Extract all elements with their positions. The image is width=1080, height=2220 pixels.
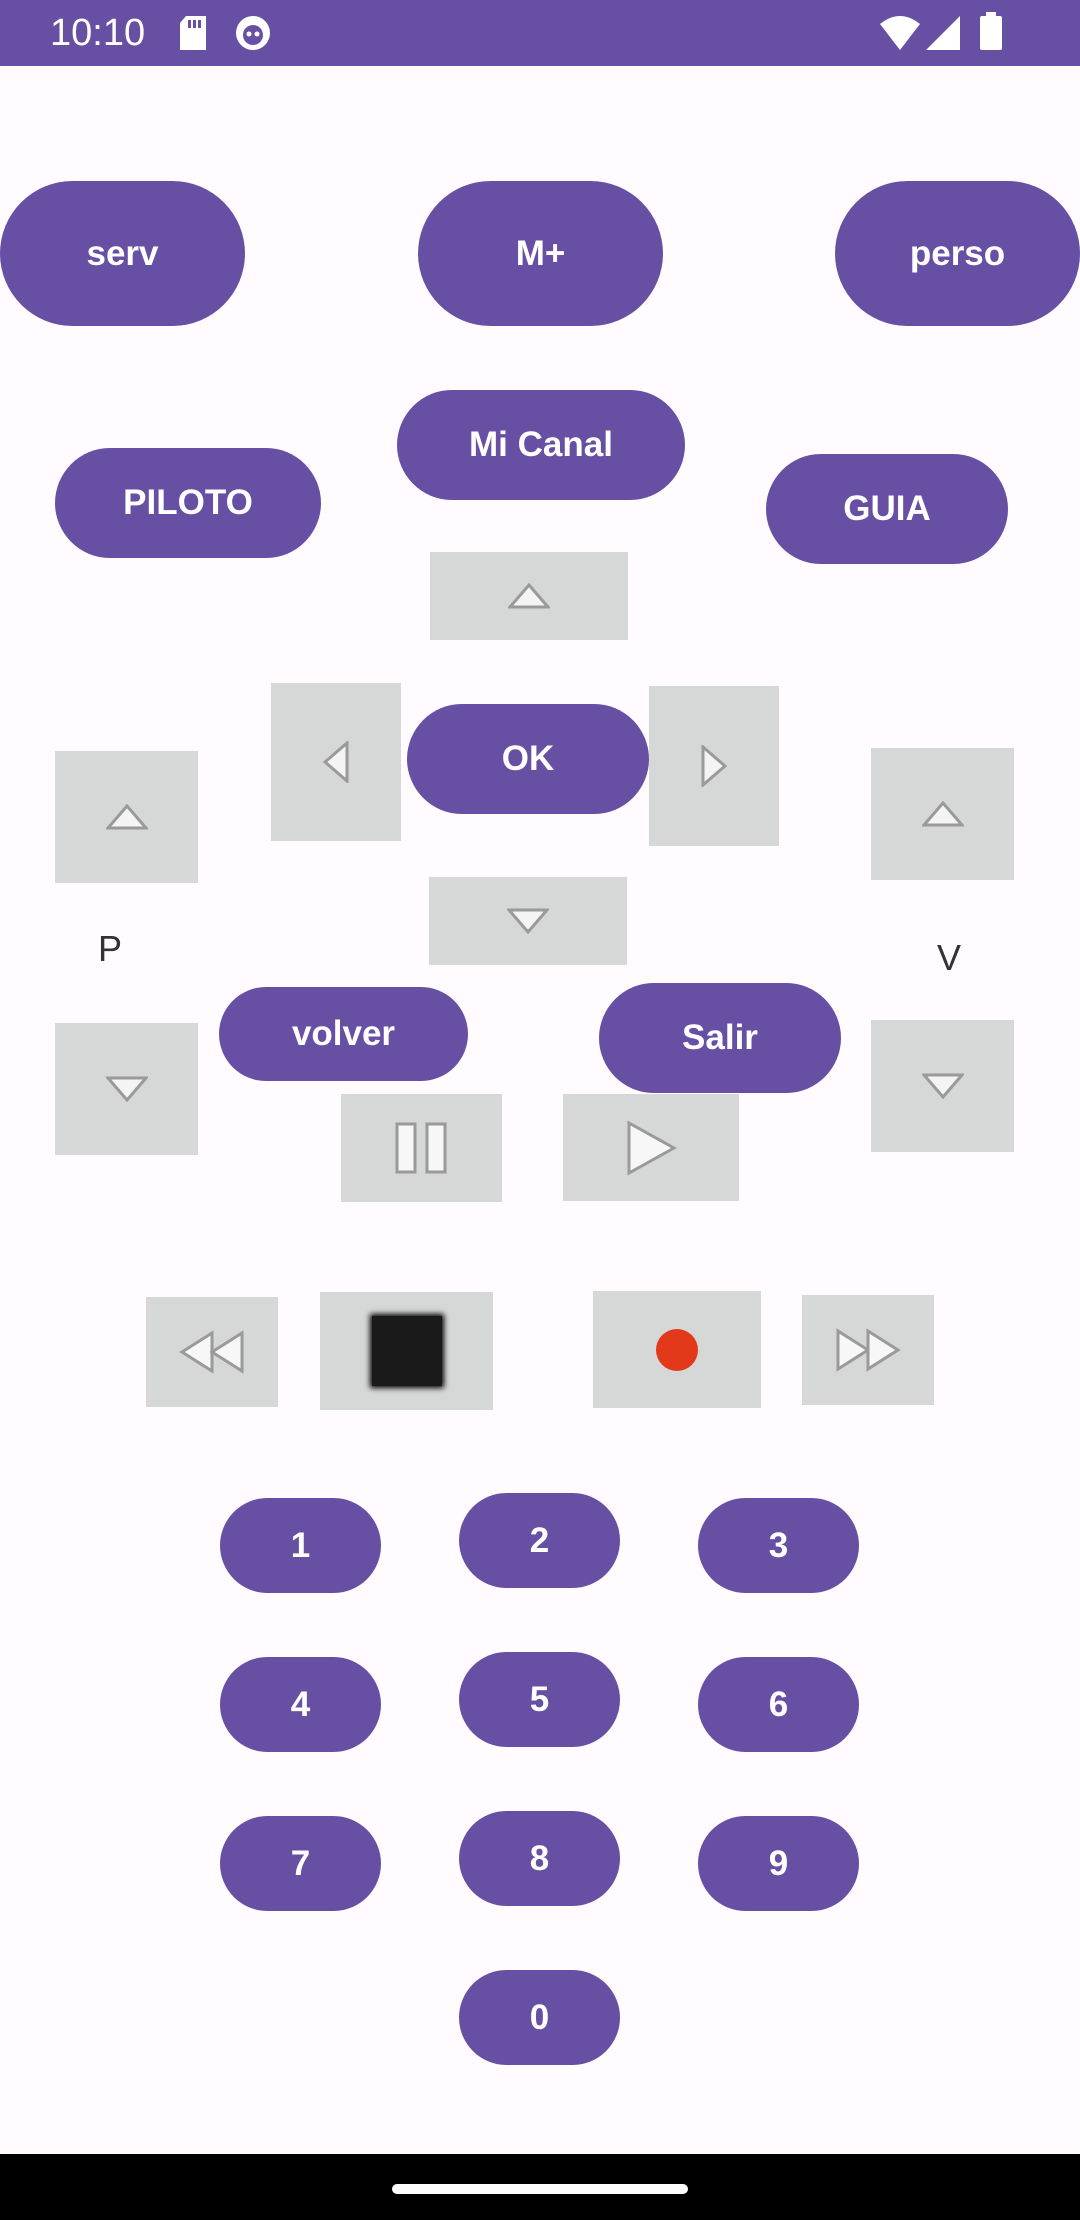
rewind-button[interactable] — [146, 1297, 278, 1407]
wifi-icon — [880, 16, 920, 55]
program-down-button[interactable] — [55, 1023, 198, 1155]
numpad-3-button[interactable]: 3 — [698, 1498, 859, 1593]
numpad-6-button[interactable]: 6 — [698, 1657, 859, 1752]
android-debug-icon — [234, 14, 272, 57]
numpad-5-button[interactable]: 5 — [459, 1652, 620, 1747]
fast-forward-icon — [836, 1328, 901, 1372]
arrow-up-icon — [921, 801, 964, 827]
record-button[interactable] — [593, 1291, 761, 1408]
dpad-up-button[interactable] — [430, 552, 628, 640]
perso-button[interactable]: perso — [835, 181, 1080, 326]
numpad-4-button[interactable]: 4 — [220, 1657, 381, 1752]
stop-icon — [369, 1314, 444, 1388]
mi-canal-button[interactable]: Mi Canal — [397, 390, 685, 500]
ok-button[interactable]: OK — [407, 704, 649, 814]
serv-button[interactable]: serv — [0, 181, 245, 326]
numpad-2-button[interactable]: 2 — [459, 1493, 620, 1588]
volume-down-button[interactable] — [871, 1020, 1014, 1152]
status-bar: 10:10 — [0, 0, 1080, 66]
volume-label: V — [937, 937, 962, 978]
numpad-9-button[interactable]: 9 — [698, 1816, 859, 1911]
arrow-right-icon — [701, 745, 727, 787]
volume-up-button[interactable] — [871, 748, 1014, 880]
navigation-bar — [0, 2154, 1080, 2220]
m-plus-button[interactable]: M+ — [418, 181, 663, 326]
guia-button[interactable]: GUIA — [766, 454, 1008, 564]
record-icon — [656, 1328, 698, 1371]
numpad-7-button[interactable]: 7 — [220, 1816, 381, 1911]
stop-button[interactable] — [320, 1292, 493, 1410]
pause-icon — [395, 1122, 446, 1174]
arrow-down-icon — [105, 1076, 148, 1102]
arrow-left-icon — [323, 741, 349, 783]
program-up-button[interactable] — [55, 751, 198, 883]
arrow-down-icon — [507, 908, 549, 934]
play-icon — [627, 1119, 677, 1176]
dpad-right-button[interactable] — [649, 686, 779, 846]
numpad-1-button[interactable]: 1 — [220, 1498, 381, 1593]
arrow-up-icon — [105, 804, 148, 830]
salir-button[interactable]: Salir — [599, 983, 841, 1093]
piloto-button[interactable]: PILOTO — [55, 448, 321, 558]
home-gesture-handle[interactable] — [392, 2184, 688, 2194]
dpad-left-button[interactable] — [271, 683, 401, 841]
sd-card-icon — [178, 16, 208, 55]
status-time: 10:10 — [50, 12, 146, 54]
pause-button[interactable] — [341, 1094, 502, 1202]
play-button[interactable] — [563, 1094, 739, 1201]
dpad-down-button[interactable] — [429, 877, 627, 965]
program-label: P — [98, 928, 123, 969]
numpad-0-button[interactable]: 0 — [459, 1970, 620, 2065]
rewind-icon — [179, 1330, 244, 1374]
cell-signal-icon — [926, 16, 960, 55]
volver-button[interactable]: volver — [219, 987, 468, 1081]
arrow-down-icon — [921, 1073, 964, 1099]
battery-icon — [980, 12, 1002, 55]
numpad-8-button[interactable]: 8 — [459, 1811, 620, 1906]
fast-forward-button[interactable] — [802, 1295, 934, 1405]
arrow-up-icon — [508, 583, 550, 609]
